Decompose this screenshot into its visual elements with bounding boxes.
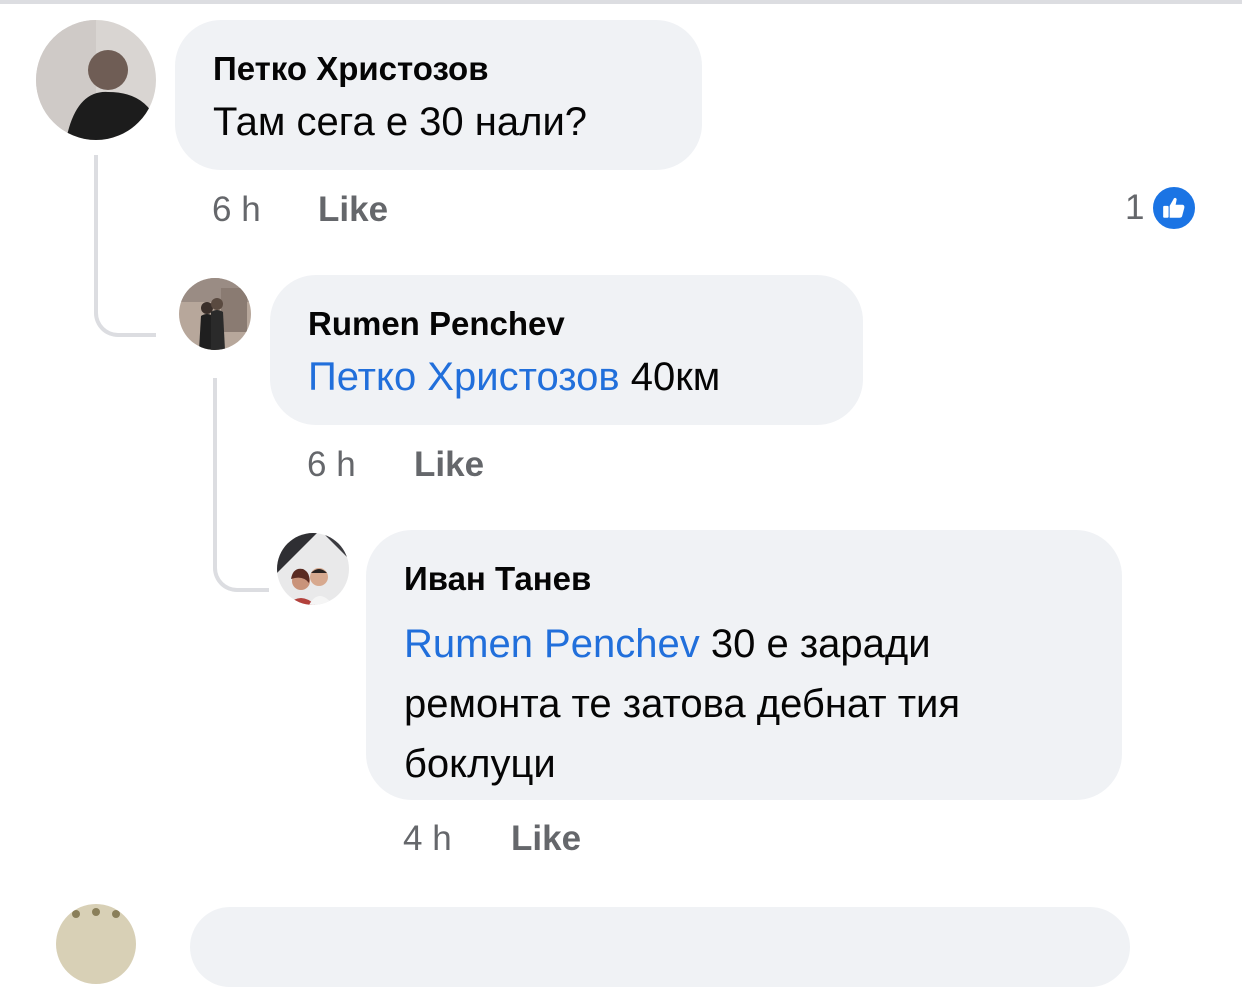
comment-text-line: 30 е заради xyxy=(699,622,931,666)
comment-timestamp[interactable]: 6 h xyxy=(212,190,261,230)
like-button[interactable]: Like xyxy=(318,190,388,230)
comment-bubble: Иван Танев Rumen Penchev 30 е заради рем… xyxy=(366,530,1122,800)
comment-author[interactable]: Иван Танев xyxy=(404,560,591,598)
comment-bubble: Петко Христозов Там сега е 30 нали? xyxy=(175,20,702,170)
reaction-count: 1 xyxy=(1125,188,1145,227)
mention-link[interactable]: Rumen Penchev xyxy=(404,622,700,666)
comment-timestamp[interactable]: 6 h xyxy=(307,445,356,485)
comment-timestamp[interactable]: 4 h xyxy=(403,819,452,859)
avatar[interactable] xyxy=(56,904,136,984)
comment-bubble xyxy=(190,907,1130,987)
like-button[interactable]: Like xyxy=(511,819,581,859)
comment-text-body: 40км xyxy=(619,355,721,399)
comment-author[interactable]: Rumen Penchev xyxy=(308,305,565,343)
reaction-summary[interactable]: 1 xyxy=(1125,184,1199,232)
like-button[interactable]: Like xyxy=(414,445,484,485)
avatar[interactable] xyxy=(36,20,156,140)
comment-text: Там сега е 30 нали? xyxy=(213,100,588,144)
thumbs-up-icon xyxy=(1150,184,1199,232)
comment-text-line: ремонта те затова дебнат тия xyxy=(404,682,961,726)
comment-text-line: боклуци xyxy=(404,742,556,786)
mention-link[interactable]: Петко Христозов xyxy=(308,355,620,399)
thread-connector xyxy=(94,155,156,337)
comment-author[interactable]: Петко Христозов xyxy=(213,50,489,88)
thread-connector xyxy=(213,378,269,592)
comment-text: Rumen Penchev 30 е заради ремонта те зат… xyxy=(404,614,960,794)
avatar[interactable] xyxy=(179,278,251,350)
top-divider xyxy=(0,0,1242,4)
comment-text: Петко Христозов 40км xyxy=(308,355,720,400)
avatar[interactable] xyxy=(277,533,349,605)
comment-bubble: Rumen Penchev Петко Христозов 40км xyxy=(270,275,863,425)
